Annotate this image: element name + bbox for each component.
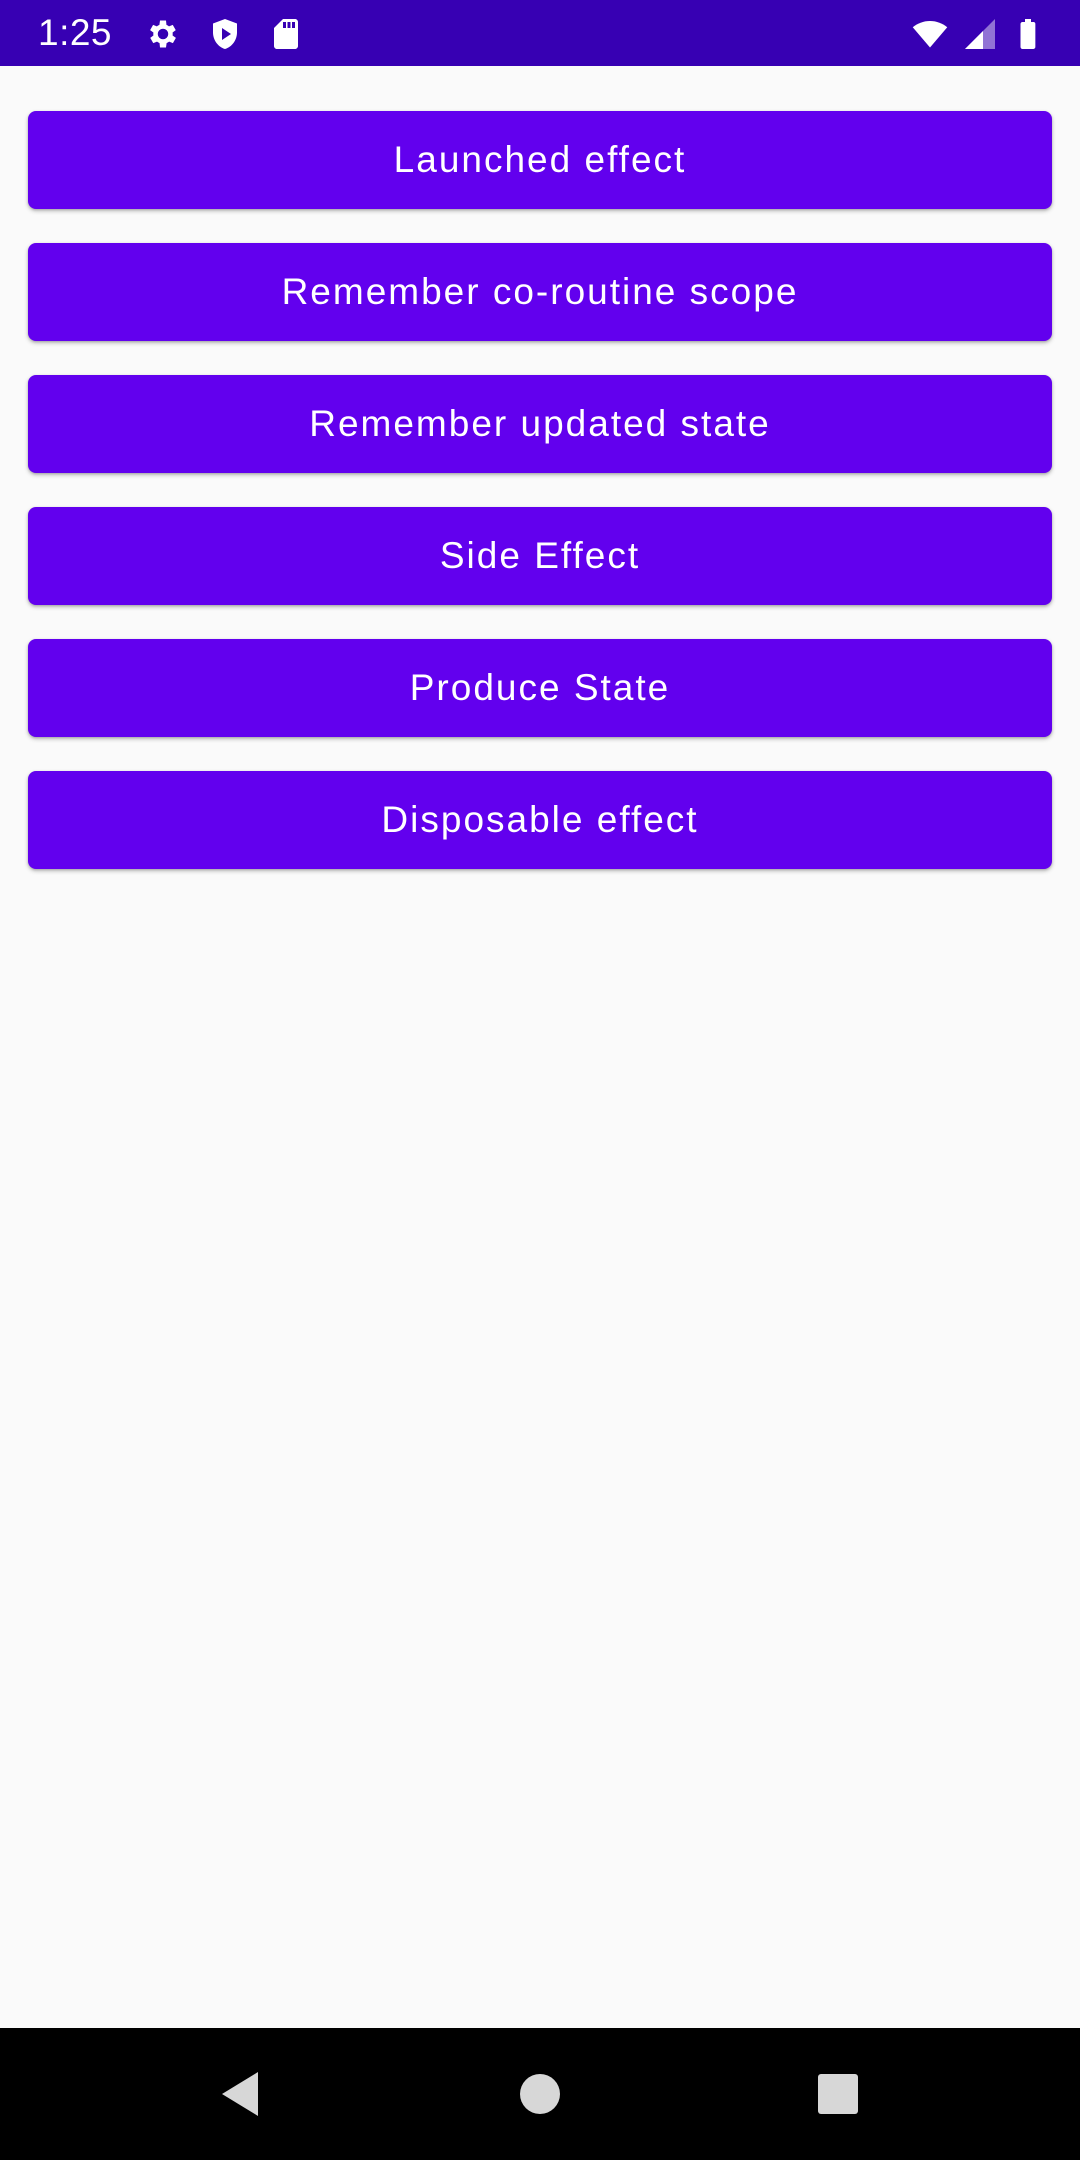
remember-updated-state-button[interactable]: Remember updated state (28, 375, 1052, 473)
wifi-icon (912, 16, 948, 52)
cell-signal-icon (962, 16, 998, 52)
main-content: Launched effect Remember co-routine scop… (0, 66, 1080, 2028)
home-icon[interactable] (512, 2066, 568, 2122)
launched-effect-button[interactable]: Launched effect (28, 111, 1052, 209)
remember-coroutine-scope-button[interactable]: Remember co-routine scope (28, 243, 1052, 341)
status-time: 1:25 (38, 12, 113, 53)
status-bar: 1:25 (0, 0, 1080, 66)
navigation-bar (0, 2028, 1080, 2160)
side-effect-button[interactable]: Side Effect (28, 507, 1052, 605)
produce-state-button[interactable]: Produce State (28, 639, 1052, 737)
disposable-effect-button[interactable]: Disposable effect (28, 771, 1052, 869)
back-icon[interactable] (212, 2066, 268, 2122)
shield-icon (207, 16, 243, 52)
sd-card-icon (268, 16, 304, 52)
recents-icon[interactable] (810, 2066, 866, 2122)
battery-icon (1010, 16, 1046, 52)
gear-icon (145, 16, 181, 52)
button-list: Launched effect Remember co-routine scop… (28, 111, 1052, 903)
